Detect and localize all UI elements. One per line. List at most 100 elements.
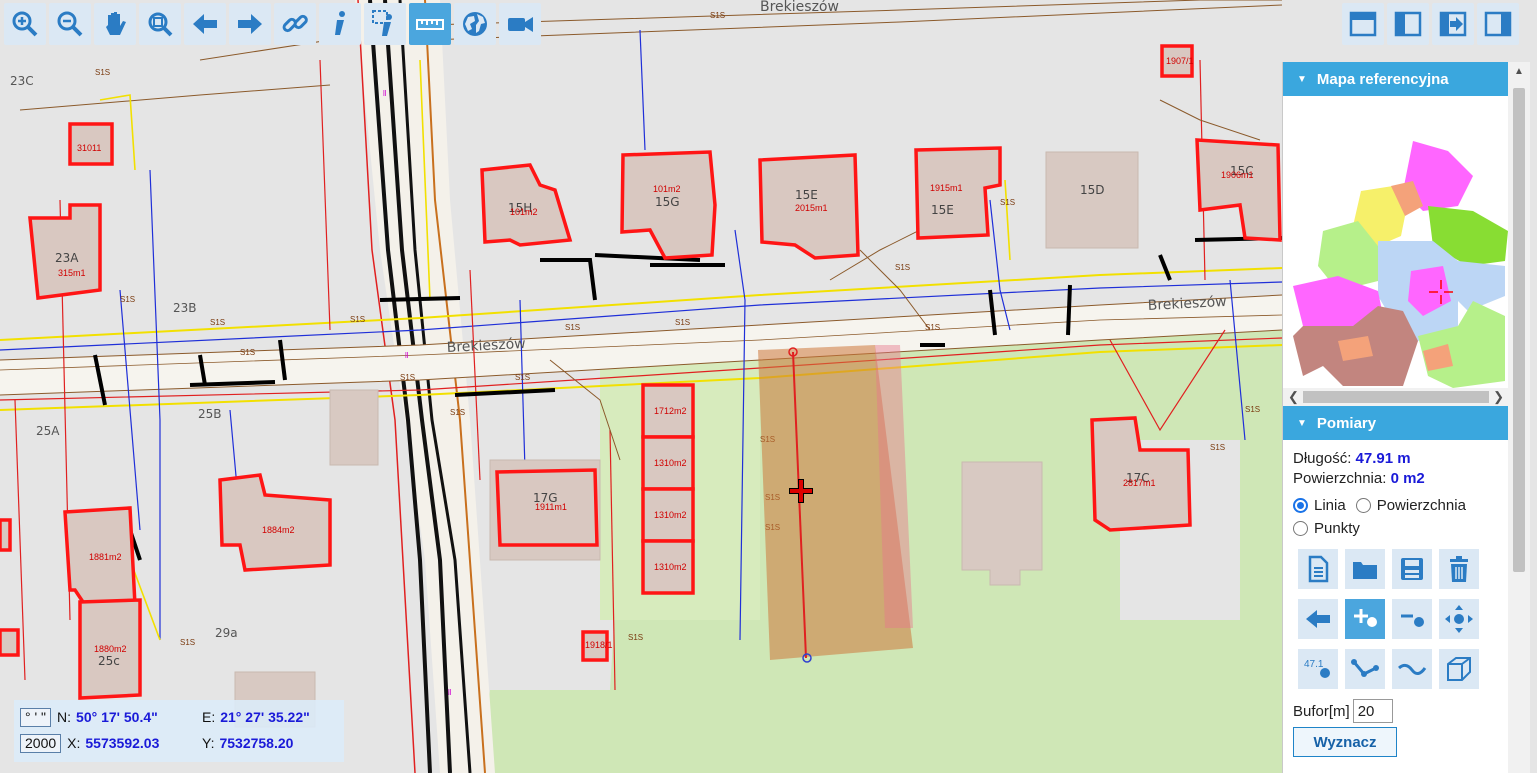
polyline-button[interactable] [1345, 649, 1385, 689]
ref-map-header[interactable]: ▼ Mapa referencyjna [1283, 62, 1509, 96]
globe-button[interactable] [454, 3, 496, 45]
save-icon [1401, 558, 1423, 580]
new-measure-button[interactable] [1298, 549, 1338, 589]
move-point-icon [1445, 605, 1473, 633]
video-button[interactable] [499, 3, 541, 45]
info-icon [335, 11, 345, 35]
new-document-icon [1308, 555, 1329, 583]
svg-text:S1S: S1S [400, 373, 415, 382]
zoom-extent-icon [148, 12, 173, 37]
zoom-extent-button[interactable] [139, 3, 181, 45]
label-value-icon: 47.1 [1304, 659, 1330, 678]
svg-text:S1S: S1S [895, 263, 910, 272]
length-label: Długość: [1293, 450, 1352, 467]
layout-right-button[interactable] [1477, 3, 1519, 45]
zoom-out-icon [57, 11, 83, 37]
3d-button[interactable] [1439, 649, 1479, 689]
parcel-label: 15E [931, 203, 954, 217]
svg-text:ll: ll [383, 89, 387, 98]
ref-map-scrollbar[interactable]: ❮ ❯ [1283, 388, 1509, 406]
ruler-icon [416, 19, 444, 30]
y-value: 7532758.20 [219, 735, 294, 751]
building-area-label: 2015m1 [795, 203, 828, 213]
buffer-row: Bufor[m] 20 [1293, 699, 1509, 723]
radio-area[interactable] [1355, 498, 1371, 513]
parcel-label: 15E [795, 188, 818, 202]
building-area-label: 1884m2 [262, 525, 295, 535]
add-point-button[interactable] [1345, 599, 1385, 639]
measure-title: Pomiary [1316, 414, 1377, 432]
crs-toggle[interactable]: 2000 [20, 733, 62, 753]
svg-text:S1S: S1S [1000, 198, 1015, 207]
measure-ruler-button[interactable] [409, 3, 451, 45]
delete-button[interactable] [1439, 549, 1479, 589]
layout-right-icon [1484, 11, 1512, 37]
radio-line-label[interactable]: Linia [1314, 497, 1346, 514]
building-area-label: 1310m2 [654, 510, 687, 520]
compute-buffer-button[interactable]: Wyznacz [1293, 727, 1397, 757]
radio-points-label[interactable]: Punkty [1314, 520, 1360, 537]
scroll-thumb[interactable] [1303, 391, 1489, 403]
forward-button[interactable] [229, 3, 271, 45]
save-button[interactable] [1392, 549, 1432, 589]
coord-row-projected: 2000 X: 5573592.03 [20, 732, 159, 754]
panel-scroll-thumb[interactable] [1513, 88, 1525, 572]
label-value-button[interactable]: 47.1 [1298, 649, 1338, 689]
parcel-label: 23C [10, 74, 34, 88]
scroll-right-arrow-icon[interactable]: ❯ [1493, 389, 1504, 405]
remove-point-icon [1401, 614, 1424, 627]
svg-text:S1S: S1S [210, 318, 225, 327]
scroll-left-arrow-icon[interactable]: ❮ [1288, 389, 1299, 405]
dms-format-toggle[interactable]: ° ' " [20, 707, 52, 727]
zoom-in-button[interactable] [4, 3, 46, 45]
info-select-button[interactable] [364, 3, 406, 45]
remove-point-button[interactable] [1392, 599, 1432, 639]
move-point-button[interactable] [1439, 599, 1479, 639]
building-area-label: 2817m1 [1123, 478, 1156, 488]
buffer-label: Bufor[m] [1293, 702, 1350, 720]
scroll-up-arrow-icon[interactable]: ▲ [1514, 66, 1524, 77]
building-area-label: 1712m2 [654, 406, 687, 416]
parcel-label: 23B [173, 301, 197, 315]
ref-map-title: Mapa referencyjna [1316, 70, 1449, 88]
profile-button[interactable] [1392, 649, 1432, 689]
layout-arrow-button[interactable] [1432, 3, 1474, 45]
panel-scrollbar[interactable]: ▲ [1508, 62, 1530, 773]
parcel-label: 23A [55, 251, 79, 265]
measure-header[interactable]: ▼ Pomiary [1283, 406, 1509, 440]
radio-points[interactable] [1293, 521, 1308, 536]
side-panel: ▼ Mapa referencyjna ❮ ❯ ▼ Pomiary Długoś… [1282, 62, 1509, 773]
svg-text:S1S: S1S [350, 315, 365, 324]
reference-map[interactable]: ❮ ❯ [1283, 96, 1509, 406]
building-area-label: 1918/1 [585, 640, 613, 650]
reference-map-image [1293, 141, 1508, 388]
main-toolbar [4, 3, 541, 45]
road-label: Brekieszów [760, 0, 839, 15]
coord-row-geographic-e: E: 21° 27' 35.22" [202, 706, 310, 728]
layout-top-button[interactable] [1342, 3, 1384, 45]
e-label: E: [202, 709, 216, 725]
info-select-icon [372, 10, 392, 36]
radio-area-label[interactable]: Powierzchnia [1377, 497, 1466, 514]
undo-button[interactable] [1298, 599, 1338, 639]
svg-text:S1S: S1S [1245, 405, 1260, 414]
radio-line[interactable] [1293, 498, 1308, 513]
svg-text:S1S: S1S [240, 348, 255, 357]
pan-button[interactable] [94, 3, 136, 45]
svg-text:S1S: S1S [1210, 443, 1225, 452]
info-button[interactable] [319, 3, 361, 45]
open-folder-icon [1353, 562, 1377, 579]
layout-left-button[interactable] [1387, 3, 1429, 45]
n-label: N: [57, 709, 72, 725]
zoom-out-button[interactable] [49, 3, 91, 45]
svg-text:ll: ll [448, 688, 452, 697]
link-button[interactable] [274, 3, 316, 45]
back-button[interactable] [184, 3, 226, 45]
x-label: X: [67, 735, 81, 751]
back-arrow-icon [193, 14, 217, 34]
open-button[interactable] [1345, 549, 1385, 589]
length-row: Długość: 47.91 m [1293, 450, 1509, 467]
length-value: 47.91 m [1355, 450, 1411, 467]
buffer-input[interactable]: 20 [1352, 699, 1393, 723]
area-value: 0 m2 [1390, 470, 1425, 487]
